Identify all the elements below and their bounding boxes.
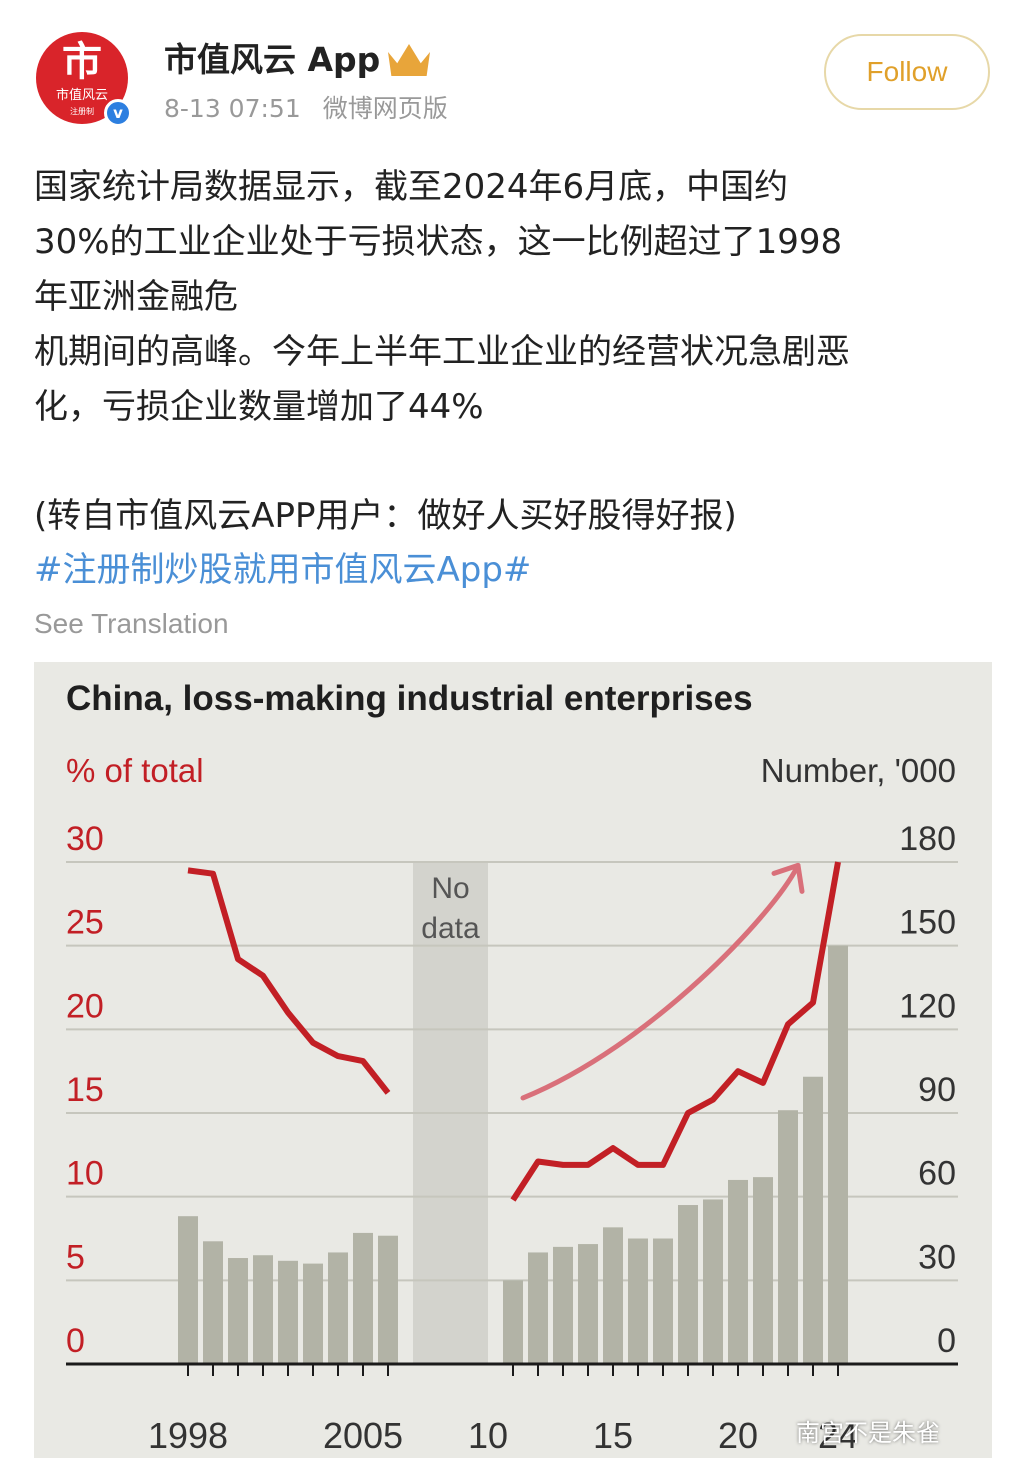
post-text-line: 机期间的高峰。今年上半年工业企业的经营状况急剧恶 xyxy=(34,332,850,372)
left-tick-label: 10 xyxy=(66,1155,104,1193)
left-tick-label: 5 xyxy=(66,1238,85,1276)
left-tick-label: 30 xyxy=(66,820,104,858)
see-translation-link[interactable]: See Translation xyxy=(34,604,229,644)
watermark: 南宫不是朱雀 xyxy=(796,1419,940,1447)
bar xyxy=(303,1263,323,1364)
bar xyxy=(378,1235,398,1364)
avatar-logo-glyph: 市 xyxy=(62,39,102,85)
bar xyxy=(528,1252,548,1364)
verified-icon: v xyxy=(104,99,132,127)
post-text-line: 化，亏损企业数量增加了44% xyxy=(34,387,484,427)
series-line xyxy=(187,867,391,1095)
bar xyxy=(353,1232,373,1364)
post-text-line: 年亚洲金融危 xyxy=(34,277,238,317)
bar xyxy=(628,1238,648,1364)
post-text-line: 国家统计局数据显示，截至2024年6月底，中国约 xyxy=(34,167,789,207)
trend-arrow xyxy=(520,862,801,1101)
bar xyxy=(753,1177,773,1364)
post-body: 国家统计局数据显示，截至2024年6月底，中国约 30%的工业企业处于亏损状态，… xyxy=(34,160,984,435)
chart-svg: China, loss-making industrial enterprise… xyxy=(66,679,958,1456)
repost-note: (转自市值风云APP用户：做好人买好股得好报) xyxy=(34,496,737,536)
post-meta: 8-13 07:51 微博网页版 xyxy=(164,92,448,126)
bar xyxy=(328,1252,348,1364)
left-axis-label: % of total xyxy=(66,752,204,789)
chart-title: China, loss-making industrial enterprise… xyxy=(66,679,753,718)
right-tick-label: 30 xyxy=(918,1238,956,1276)
bar xyxy=(653,1238,673,1364)
bar xyxy=(578,1244,598,1364)
right-axis-label: Number, '000 xyxy=(761,752,956,789)
post-text-line: 30%的工业企业处于亏损状态，这一比例超过了1998 xyxy=(34,222,843,262)
bar xyxy=(803,1076,823,1364)
right-tick-label: 150 xyxy=(899,904,956,942)
left-tick-label: 0 xyxy=(66,1322,85,1360)
follow-button[interactable]: Follow xyxy=(824,34,990,110)
x-tick-label: 15 xyxy=(593,1415,633,1456)
bar xyxy=(703,1199,723,1364)
account-name[interactable]: 市值风云 App xyxy=(164,38,380,82)
hashtag-link[interactable]: #注册制炒股就用市值风云App# xyxy=(34,544,531,596)
right-tick-label: 90 xyxy=(918,1071,956,1109)
right-tick-label: 180 xyxy=(899,820,956,858)
bar xyxy=(553,1246,573,1364)
no-data-label: data xyxy=(421,912,480,945)
x-tick-label: 10 xyxy=(468,1415,508,1456)
bar xyxy=(203,1241,223,1364)
left-tick-label: 25 xyxy=(66,904,104,942)
right-tick-label: 60 xyxy=(918,1155,956,1193)
crown-icon xyxy=(388,44,430,76)
bar xyxy=(228,1258,248,1364)
bar xyxy=(778,1110,798,1364)
bar xyxy=(603,1227,623,1364)
right-tick-label: 120 xyxy=(899,987,956,1025)
bar xyxy=(678,1205,698,1364)
bar xyxy=(278,1260,298,1364)
x-tick-label: 2005 xyxy=(323,1415,403,1456)
no-data-label: No xyxy=(431,872,469,905)
bar xyxy=(828,945,848,1364)
bar xyxy=(253,1255,273,1364)
left-tick-label: 20 xyxy=(66,987,104,1025)
x-tick-label: 1998 xyxy=(148,1415,228,1456)
post-timestamp: 8-13 07:51 xyxy=(164,94,301,123)
bar xyxy=(728,1179,748,1364)
bar xyxy=(178,1216,198,1364)
post-header: 市 市值风云 注册制 v 市值风云 App 8-13 07:51 微博网页版 Fo… xyxy=(0,0,1024,150)
right-tick-label: 0 xyxy=(937,1322,956,1360)
post-source: 微博网页版 xyxy=(322,94,448,123)
chart-image[interactable]: China, loss-making industrial enterprise… xyxy=(34,662,992,1458)
x-tick-label: 20 xyxy=(718,1415,758,1456)
left-tick-label: 15 xyxy=(66,1071,104,1109)
bar xyxy=(503,1280,523,1364)
